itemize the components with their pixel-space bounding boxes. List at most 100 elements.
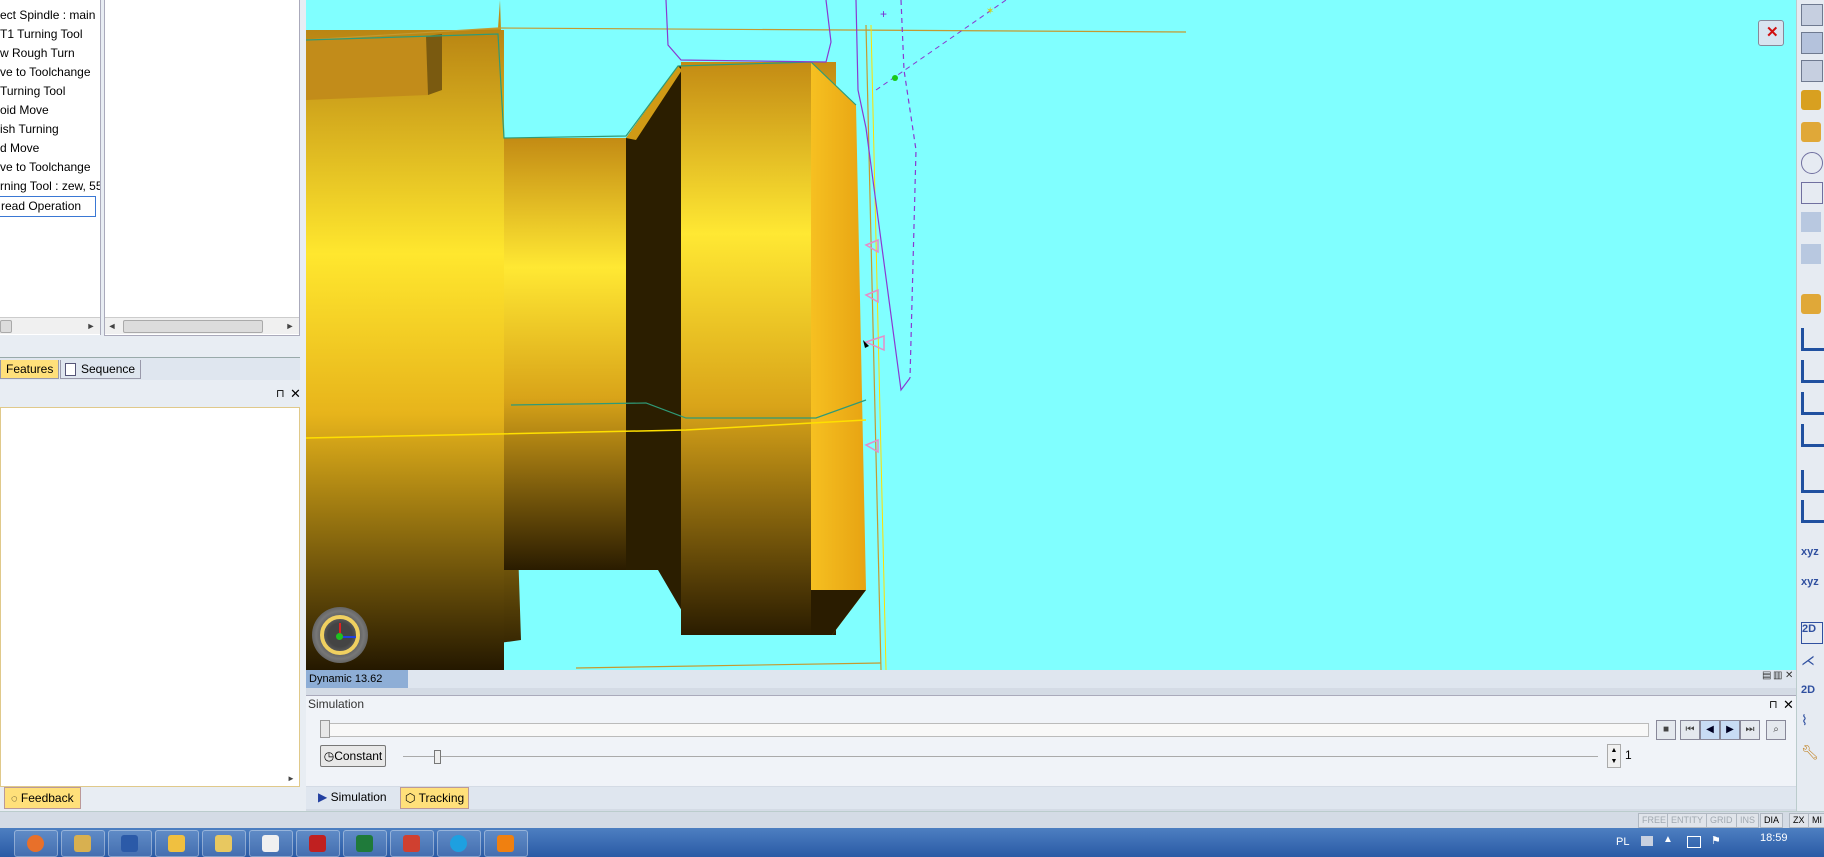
skype-icon[interactable] — [437, 830, 481, 857]
tool-outline — [665, 0, 832, 63]
tools-icon[interactable] — [61, 830, 105, 857]
2d-icon[interactable]: 2D — [1801, 684, 1821, 704]
vlc-icon[interactable] — [484, 830, 528, 857]
tile-horizontal-icon[interactable]: ▤ — [1762, 670, 1771, 681]
close-view-icon[interactable]: ✕ — [1758, 20, 1784, 46]
curve-icon[interactable]: ⌇ — [1801, 712, 1821, 732]
rewind-start-button[interactable]: ⏮ — [1680, 720, 1700, 740]
folder-icon[interactable] — [155, 830, 199, 857]
tab-sequence[interactable]: Sequence — [60, 360, 142, 379]
scroll-thumb[interactable] — [0, 320, 12, 333]
wrench-icon[interactable]: 🔧︎ — [1801, 744, 1821, 764]
step-back-button[interactable]: ◀ — [1700, 720, 1720, 740]
profile-icon[interactable] — [1801, 360, 1824, 383]
profile-icon[interactable] — [1801, 392, 1824, 415]
firefox-icon[interactable] — [14, 830, 58, 857]
mode-zx[interactable]: ZX — [1789, 813, 1809, 828]
close-icon[interactable]: ✕ — [1783, 697, 1794, 713]
mode-dia[interactable]: DIA — [1760, 813, 1784, 828]
scroll-right-arrow-icon[interactable]: ► — [84, 318, 98, 334]
turning-tool-icon[interactable] — [1801, 294, 1821, 314]
tile-vertical-icon[interactable]: ▥ — [1773, 670, 1782, 681]
mode-ins[interactable]: INS — [1736, 813, 1760, 828]
layers-icon[interactable] — [1801, 60, 1823, 82]
stock-icon[interactable] — [1801, 4, 1823, 26]
tab-simulation[interactable]: ▶ Simulation — [314, 787, 391, 807]
pin-icon[interactable]: ⊓ — [276, 387, 285, 400]
mode-grid[interactable]: GRID — [1706, 813, 1737, 828]
tool-icon[interactable] — [1801, 90, 1821, 110]
profile-icon[interactable] — [1801, 500, 1824, 523]
2d-icon[interactable]: 2D — [1801, 622, 1823, 644]
details-horizontal-scrollbar[interactable]: ◄ ► — [105, 317, 299, 334]
zoom-search-icon[interactable]: ⌕ — [1766, 720, 1786, 740]
flag-icon[interactable]: ⚑ — [1711, 834, 1721, 847]
tray-expand-icon[interactable]: ▲ — [1663, 834, 1673, 845]
xyz-icon[interactable]: xyz — [1801, 546, 1821, 566]
tree-item[interactable]: Turning Tool — [0, 82, 65, 101]
operations-tree[interactable]: ect Spindle : main T1 Turning Tool w Rou… — [0, 0, 101, 335]
tree-item[interactable]: ve to Toolchange — [0, 158, 91, 177]
pdf-icon[interactable] — [296, 830, 340, 857]
stop-button[interactable]: ■ — [1656, 720, 1676, 740]
tree-item[interactable]: w Rough Turn — [0, 44, 75, 63]
profile-icon[interactable] — [1801, 424, 1824, 447]
mode-indicator-strip — [0, 811, 1824, 829]
operation-details-list[interactable]: ◄ ► — [104, 0, 300, 336]
simulation-progress-thumb[interactable] — [320, 720, 330, 738]
keyboard-icon[interactable] — [1641, 836, 1653, 846]
tool-icon[interactable] — [1801, 122, 1821, 142]
xyz-icon[interactable]: xyz — [1801, 576, 1821, 596]
tab-tracking[interactable]: ⬡ Tracking — [400, 787, 470, 809]
explorer-icon[interactable] — [202, 830, 246, 857]
speed-slider-track[interactable] — [403, 756, 1598, 757]
pin-icon[interactable]: ⊓ — [1769, 698, 1778, 711]
excel-icon[interactable] — [343, 830, 387, 857]
mode-entity[interactable]: ENTITY — [1667, 813, 1708, 828]
scroll-left-arrow-icon[interactable]: ◄ — [105, 318, 119, 334]
speed-slider-thumb[interactable] — [434, 750, 441, 764]
curve-icon[interactable]: ⋌ — [1801, 652, 1821, 672]
tree-item[interactable]: ish Turning — [0, 120, 59, 139]
simulation-progress-track[interactable] — [322, 723, 1649, 737]
layers-icon[interactable] — [1801, 32, 1823, 54]
tree-item[interactable]: T1 Turning Tool — [0, 25, 83, 44]
tab-feedback[interactable]: ◌ Feedback — [4, 787, 81, 809]
fixture-icon[interactable] — [1801, 244, 1821, 264]
cad-icon[interactable] — [390, 830, 434, 857]
surface-icon[interactable] — [1801, 182, 1823, 204]
constant-speed-button[interactable]: ◷Constant — [320, 745, 386, 767]
scroll-thumb[interactable] — [123, 320, 263, 333]
tree-item[interactable]: d Move — [0, 139, 39, 158]
star-marker: ✶ — [986, 6, 994, 17]
play-button[interactable]: ▶ — [1720, 720, 1740, 740]
speed-spinner[interactable]: ▲ ▼ — [1607, 744, 1621, 768]
tree-item[interactable]: ect Spindle : main — [0, 6, 95, 25]
scroll-right-arrow-icon[interactable]: ► — [283, 318, 297, 334]
tree-item[interactable]: ve to Toolchange — [0, 63, 91, 82]
mode-free[interactable]: FREE — [1638, 813, 1671, 828]
browser-icon[interactable] — [249, 830, 293, 857]
forward-end-button[interactable]: ⏭ — [1740, 720, 1760, 740]
tree-item[interactable]: oid Move — [0, 101, 49, 120]
mode-mi[interactable]: MI — [1808, 813, 1824, 828]
close-view-small-icon[interactable]: ✕ — [1785, 670, 1793, 681]
3d-viewport[interactable]: + ✶ ✕ — [306, 0, 1796, 670]
tree-item[interactable]: rning Tool : zew, 55 — [0, 177, 100, 196]
fixture-icon[interactable] — [1801, 212, 1821, 232]
cylinder-icon[interactable] — [1801, 152, 1823, 174]
word-icon[interactable] — [108, 830, 152, 857]
clock[interactable]: 18:59 — [1760, 832, 1788, 844]
network-icon[interactable] — [1687, 836, 1701, 848]
view-orientation-widget[interactable] — [312, 607, 368, 663]
profile-icon[interactable] — [1801, 328, 1824, 351]
tree-horizontal-scrollbar[interactable]: ► — [0, 317, 100, 334]
close-icon[interactable]: ✕ — [290, 386, 301, 402]
scroll-right-arrow-icon[interactable]: ► — [287, 774, 295, 783]
tab-features[interactable]: Features — [0, 360, 60, 379]
profile-icon[interactable] — [1801, 470, 1824, 493]
tree-item-selected[interactable]: read Operation — [0, 196, 96, 217]
stock-body-large — [306, 30, 504, 670]
part-model: + ✶ — [306, 0, 1187, 670]
language-indicator[interactable]: PL — [1616, 836, 1629, 848]
